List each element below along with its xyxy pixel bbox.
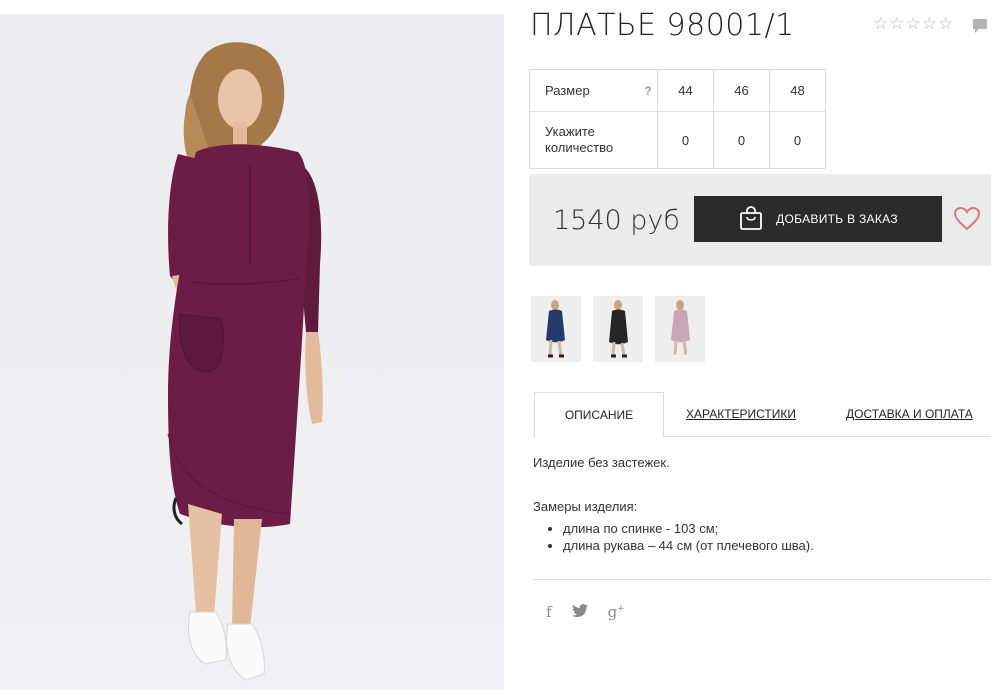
thumbnail-black[interactable] — [593, 296, 643, 362]
price: 1540 руб — [553, 205, 680, 236]
star-icon[interactable]: ☆ — [906, 15, 921, 32]
bag-icon — [738, 205, 764, 234]
tab-characteristics[interactable]: ХАРАКТЕРИСТИКИ — [686, 392, 796, 436]
add-to-order-button[interactable]: ДОБАВИТЬ В ЗАКАЗ — [694, 196, 942, 242]
buy-box: 1540 руб ДОБАВИТЬ В ЗАКАЗ — [529, 174, 991, 266]
quantity-input[interactable]: 0 — [713, 111, 770, 169]
thumbnail-navy[interactable] — [531, 296, 581, 362]
twitter-icon[interactable] — [571, 603, 588, 621]
size-option: 44 — [657, 69, 714, 112]
tab-delivery[interactable]: ДОСТАВКА И ОПЛАТА — [846, 392, 973, 436]
facebook-icon[interactable]: f — [546, 603, 552, 621]
size-help-icon[interactable]: ? — [639, 69, 658, 112]
size-table: Размер ? 44 46 48 Укажите количество 0 0… — [529, 69, 826, 169]
star-icon[interactable]: ☆ — [873, 15, 888, 32]
size-row: Размер ? 44 46 48 — [529, 69, 826, 112]
size-option: 48 — [769, 69, 826, 112]
add-to-order-label: ДОБАВИТЬ В ЗАКАЗ — [776, 212, 898, 226]
google-plus-icon[interactable]: g+ — [608, 603, 625, 621]
product-photo[interactable] — [0, 14, 504, 690]
product-title: ПЛАТЬЕ 98001/1 — [530, 8, 795, 43]
quantity-input[interactable]: 0 — [769, 111, 826, 169]
heart-icon[interactable] — [953, 206, 981, 237]
tab-description[interactable]: ОПИСАНИЕ — [534, 392, 664, 438]
description-panel: Изделие без застежек. Замеры изделия: дл… — [533, 455, 814, 554]
measures-list: длина по спинке - 103 см; длина рукава –… — [533, 520, 814, 554]
color-thumbnails — [531, 296, 705, 362]
thumbnail-pink[interactable] — [655, 296, 705, 362]
size-label: Размер — [529, 69, 639, 112]
quantity-input[interactable]: 0 — [657, 111, 714, 169]
star-icon[interactable]: ☆ — [889, 15, 904, 32]
product-tabs: ОПИСАНИЕ ХАРАКТЕРИСТИКИ ДОСТАВКА И ОПЛАТ… — [533, 392, 991, 438]
description-text: Изделие без застежек. — [533, 455, 670, 470]
measures-title: Замеры изделия: — [533, 499, 638, 514]
divider — [533, 579, 991, 580]
tab-delivery-label: ДОСТАВКА И ОПЛАТА — [846, 407, 973, 421]
star-icon[interactable]: ☆ — [938, 15, 953, 32]
tab-characteristics-label: ХАРАКТЕРИСТИКИ — [686, 407, 797, 421]
list-item: длина по спинке - 103 см; — [563, 520, 814, 537]
comment-icon[interactable] — [972, 18, 988, 39]
list-item: длина рукава – 44 см (от плечевого шва). — [563, 537, 814, 554]
size-option: 46 — [713, 69, 770, 112]
social-share: f g+ — [546, 603, 625, 621]
quantity-row: Укажите количество 0 0 0 — [529, 111, 826, 169]
star-icon[interactable]: ☆ — [922, 15, 937, 32]
rating-stars[interactable]: ☆ ☆ ☆ ☆ ☆ — [873, 15, 953, 32]
quantity-label: Укажите количество — [545, 124, 614, 155]
